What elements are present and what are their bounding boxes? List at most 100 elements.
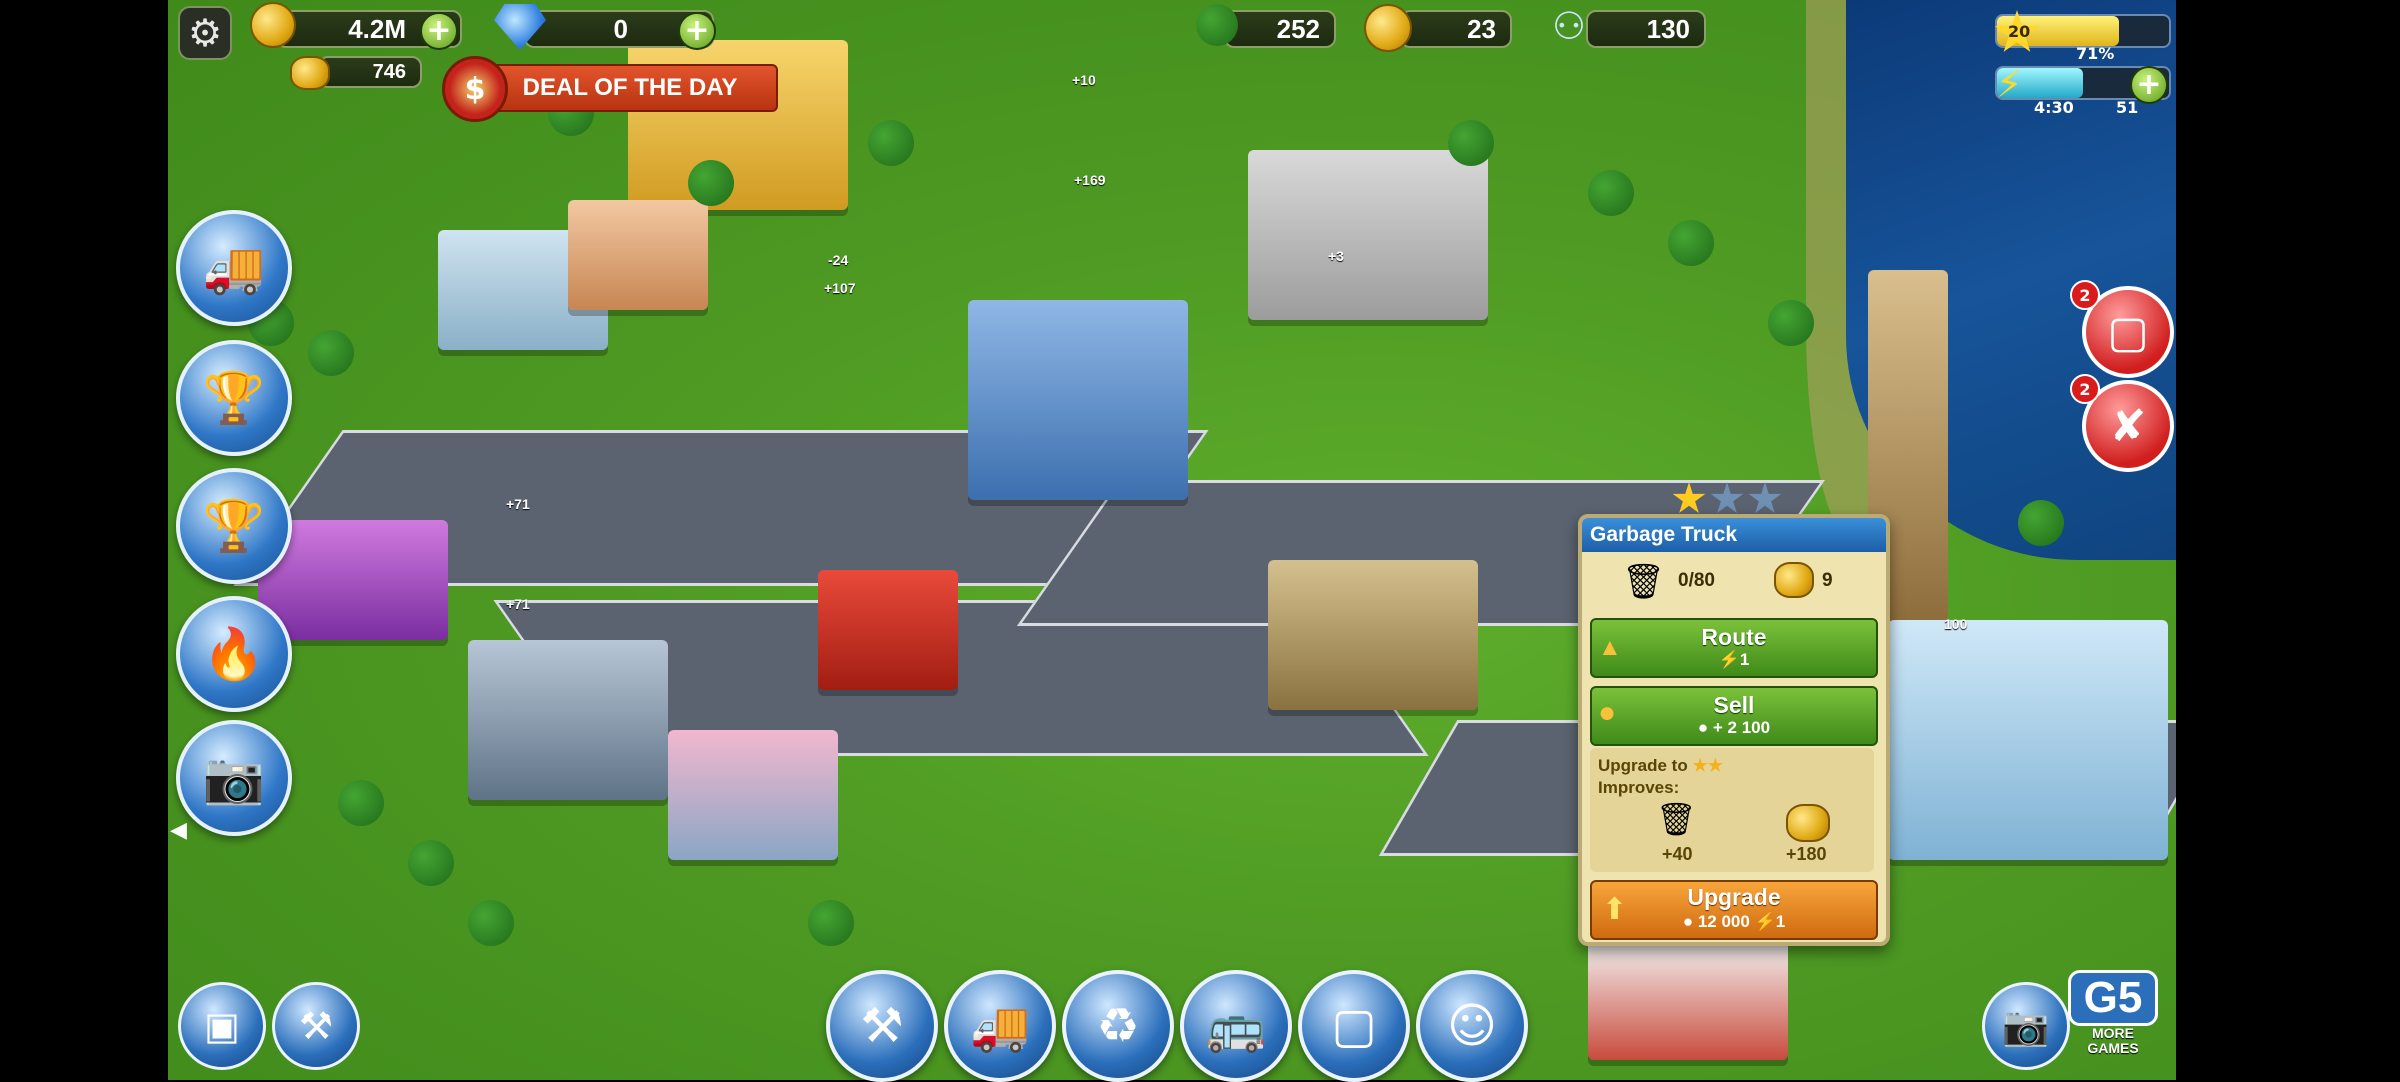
tree [2018, 500, 2064, 546]
farm-building[interactable] [818, 570, 958, 690]
improve-income-value: +180 [1786, 844, 1827, 864]
income-value: 9 [1822, 570, 1833, 591]
more-games-label: MORE GAMES [2087, 1025, 2139, 1056]
route-button[interactable]: ▲ Route ⚡1 [1590, 618, 1878, 678]
population-counter: 130 [1586, 10, 1706, 48]
deal-label: DEAL OF THE DAY [522, 74, 738, 101]
garbage-capacity-icon: 🗑 [1622, 562, 1666, 602]
tree [1448, 120, 1494, 166]
sell-label: Sell [1713, 692, 1755, 718]
upgrade-cost: ● 12 000 ⚡1 [1682, 912, 1786, 931]
lightning-icon: ⚡ [1996, 62, 2023, 106]
social-g5-button[interactable]: ☺ [1416, 970, 1528, 1082]
trucks-button[interactable]: 🚚 [944, 970, 1056, 1082]
ecology-goals-button[interactable]: 🏆 [176, 340, 292, 456]
repair-badge: 2 [2070, 374, 2100, 404]
energy-timer: 4:30 [2034, 98, 2074, 117]
reward-label: +71 [506, 496, 530, 512]
screenshot-camera-button[interactable]: 📷 [1982, 982, 2070, 1070]
coins-icon [250, 2, 296, 48]
happiness-value: 23 [1467, 13, 1496, 44]
build-construction-button[interactable]: ⚒ [826, 970, 938, 1082]
tree [1668, 220, 1714, 266]
tree [808, 900, 854, 946]
tree [468, 900, 514, 946]
tree [868, 120, 914, 166]
refinery-building[interactable] [468, 640, 668, 800]
bus-button[interactable]: 🚌 [1180, 970, 1292, 1082]
warehouse-building[interactable] [1268, 560, 1478, 710]
city-hall-building[interactable] [968, 300, 1188, 500]
people-icon: ⚇ [1552, 4, 1587, 48]
xp-percent: 71% [2076, 44, 2115, 63]
improve-capacity-value: +40 [1662, 844, 1693, 864]
gold-income-icon [1786, 804, 1830, 842]
factory-building[interactable] [1248, 150, 1488, 320]
add-energy-button[interactable]: + [2130, 66, 2168, 104]
ecology-value: 252 [1276, 13, 1320, 44]
upgrade-to-text: Upgrade to [1598, 756, 1688, 775]
population-goals-button[interactable]: 🏆 [176, 468, 292, 584]
gold-counter: 746 [318, 56, 422, 88]
tree [1588, 170, 1634, 216]
greenhouse-building[interactable] [1888, 620, 2168, 860]
level-value: 20 [2008, 22, 2031, 41]
tree [408, 840, 454, 886]
trade-trucks-button[interactable]: 🚚 [176, 210, 292, 326]
upgrade-info-section: Upgrade to ★★ Improves: 🗑 +40 +180 [1590, 748, 1874, 872]
energy-value: 51 [2116, 98, 2139, 117]
route-cost-value: 1 [1739, 650, 1750, 669]
garbage-truck-panel: Garbage Truck 🗑 0/80 9 ▲ Route ⚡1 ● Sell… [1578, 514, 1890, 946]
tree [338, 780, 384, 826]
storage-badge: 2 [2070, 280, 2100, 310]
reward-label: +107 [824, 280, 856, 296]
gold-bars-icon [290, 56, 330, 90]
upgrade-label: Upgrade [1687, 884, 1781, 910]
gold-income-icon [1774, 562, 1814, 598]
gems-value: 0 [613, 13, 628, 44]
smiley-icon [1364, 4, 1412, 52]
ecology-tree-icon [1196, 4, 1238, 46]
route-cost: ⚡1 [1718, 650, 1750, 669]
improves-label: Improves: [1598, 778, 1680, 797]
storage-box-button[interactable]: ▢ [1298, 970, 1410, 1082]
fire-safety-button[interactable]: 🔥 [176, 596, 292, 712]
add-gems-button[interactable]: + [678, 12, 716, 50]
reward-label: 100 [1944, 616, 1968, 632]
reward-label: +169 [1074, 172, 1106, 188]
coins-value: 4.2M [348, 13, 406, 44]
population-value: 130 [1646, 13, 1690, 44]
g5-more-games-button[interactable]: G5 MORE GAMES [2068, 970, 2158, 1070]
tree [1768, 300, 1814, 346]
garbage-capacity-icon: 🗑 [1656, 800, 1697, 838]
sell-button[interactable]: ● Sell ● + 2 100 [1590, 686, 1878, 746]
settings-gear-icon[interactable]: ⚙ [178, 6, 232, 60]
reward-label: +3 [1328, 248, 1344, 264]
route-label: Route [1701, 624, 1767, 650]
dollar-badge-icon: $ [442, 56, 508, 122]
capacity-value: 0/80 [1678, 570, 1715, 591]
add-coins-button[interactable]: + [420, 12, 458, 50]
waste-plant-building[interactable] [668, 730, 838, 860]
upgrade-to-label: Upgrade to ★★ [1598, 756, 1723, 775]
g5-logo: G5 [2068, 970, 2158, 1026]
sell-value-text: + 2 100 [1712, 718, 1771, 737]
bakery-building[interactable] [568, 200, 708, 310]
ecology-counter: 252 [1224, 10, 1336, 48]
upgrade-cost-value: 12 000 [1697, 912, 1750, 931]
fire-station-building[interactable] [1588, 940, 1788, 1060]
reward-label: +71 [506, 596, 530, 612]
sell-value: ● + 2 100 [1697, 718, 1771, 737]
panel-title: Garbage Truck [1582, 518, 1886, 552]
recycle-truck-button[interactable]: ♻ [1062, 970, 1174, 1082]
upgrade-energy-value: 1 [1775, 912, 1786, 931]
camera-button[interactable]: 📷 [176, 720, 292, 836]
bulldozer-button[interactable]: ⚒ [272, 982, 360, 1070]
reward-label: -24 [828, 252, 849, 268]
reward-label: +10 [1072, 72, 1096, 88]
upgrade-button[interactable]: ⬆ Upgrade ● 12 000 ⚡1 [1590, 880, 1878, 940]
collapse-arrow-icon[interactable]: ◀ [170, 818, 187, 843]
tree [688, 160, 734, 206]
road-tool-button[interactable]: ▣ [178, 982, 266, 1070]
happiness-counter: 23 [1400, 10, 1512, 48]
